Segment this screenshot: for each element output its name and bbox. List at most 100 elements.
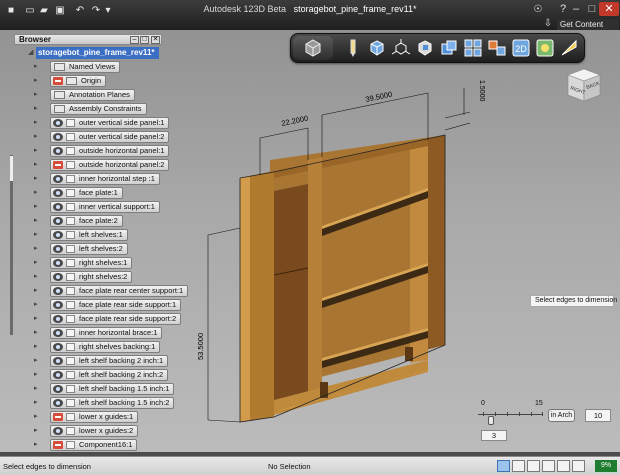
tree-node-item[interactable]: Annotation Planes (50, 89, 135, 101)
visibility-on-icon[interactable] (53, 147, 63, 155)
tree-node[interactable]: ▸ right shelves backing:1 (34, 341, 161, 353)
tree-node[interactable]: ▸ face plate rear side support:2 (34, 313, 182, 325)
tree-expander-icon[interactable]: ▸ (34, 63, 41, 71)
tree-node[interactable]: ▸ left shelf backing 2 inch:2 (34, 369, 169, 381)
tree-expander-icon[interactable]: ▸ (34, 413, 41, 421)
tree-node-item[interactable]: left shelf backing 1.5 inch:2 (50, 397, 175, 409)
tree-node[interactable]: ▸ face plate rear center support:1 (34, 285, 189, 297)
tree-node-item[interactable]: face plate:1 (50, 187, 123, 199)
tree-node-item[interactable]: right shelves:1 (50, 257, 133, 269)
tree-node-item[interactable]: left shelves:1 (50, 229, 128, 241)
dim-width-right[interactable]: 39.5000 (365, 90, 393, 104)
tree-node[interactable]: ▸ inner horizontal brace:1 (34, 327, 163, 339)
tree-node[interactable]: ▸ outer vertical side panel:1 (34, 117, 170, 129)
combine-icon[interactable] (439, 38, 459, 58)
tree-node[interactable]: ▸ lower x guides:1 (34, 411, 159, 423)
tree-expander-icon[interactable]: ▸ (34, 385, 41, 393)
tree-expander-icon[interactable]: ▸ (34, 441, 41, 449)
visibility-on-icon[interactable] (53, 231, 63, 239)
tree-node[interactable]: ▸ Component16:1 (34, 439, 159, 451)
tree-expander-icon[interactable]: ▸ (34, 105, 41, 113)
visibility-on-icon[interactable] (53, 217, 63, 225)
snap-value-field[interactable]: 3 (481, 430, 507, 441)
tree-node-item[interactable]: face plate:2 (50, 215, 123, 227)
pan-icon[interactable] (512, 460, 525, 472)
app-menu-icon[interactable]: ■ (3, 4, 19, 17)
visibility-on-icon[interactable] (53, 273, 63, 281)
tree-node[interactable]: ▸ outside horizontal panel:1 (34, 145, 170, 157)
tree-node[interactable]: ▸ left shelf backing 1.5 inch:1 (34, 383, 175, 395)
visibility-on-icon[interactable] (53, 245, 63, 253)
browser-collapse-button[interactable]: – (130, 36, 139, 44)
tree-node-item[interactable]: outer vertical side panel:1 (50, 117, 170, 129)
tree-expander-icon[interactable]: ▸ (34, 175, 41, 183)
visibility-on-icon[interactable] (53, 287, 63, 295)
tree-node[interactable]: ▸ face plate:1 (34, 187, 159, 199)
visibility-on-icon[interactable] (53, 301, 63, 309)
tree-node[interactable]: ▸ inner vertical support:1 (34, 201, 160, 213)
tree-expander-icon[interactable]: ▸ (34, 357, 41, 365)
open-icon[interactable]: ▰ (36, 4, 52, 17)
dim-width-left[interactable]: 22.2000 (281, 114, 309, 128)
tree-expander-icon[interactable]: ▸ (34, 91, 41, 99)
visibility-on-icon[interactable] (53, 175, 63, 183)
tree-node[interactable]: ▸ right shelves:1 (34, 257, 159, 269)
tree-node[interactable]: ▸ left shelf backing 2 inch:1 (34, 355, 169, 367)
browser-close-button[interactable]: ✕ (151, 36, 160, 44)
visibility-off-icon[interactable] (53, 441, 63, 449)
tree-node-item[interactable]: outer vertical side panel:2 (50, 131, 170, 143)
visibility-on-icon[interactable] (53, 343, 63, 351)
transform-icon[interactable] (391, 38, 411, 58)
visibility-on-icon[interactable] (53, 427, 63, 435)
tree-node[interactable]: ▸ inner horizontal step :1 (34, 173, 160, 185)
modify-icon[interactable] (415, 38, 435, 58)
tree-node[interactable]: ▸ outside horizontal panel:2 (34, 159, 170, 171)
tree-node-item[interactable]: Origin (50, 75, 107, 87)
measure-icon[interactable] (559, 38, 579, 58)
tree-node[interactable]: ▸ outer vertical side panel:2 (34, 131, 170, 143)
zoom-icon[interactable] (542, 460, 555, 472)
tree-expander-icon[interactable]: ▸ (34, 427, 41, 435)
tree-node-item[interactable]: lower x guides:1 (50, 411, 139, 423)
tree-node-item[interactable]: left shelves:2 (50, 243, 128, 255)
tree-expander-icon[interactable]: ▸ (34, 329, 41, 337)
sketch-2d-icon[interactable]: 2D (511, 38, 531, 58)
visibility-on-icon[interactable] (53, 259, 63, 267)
tree-node-item[interactable]: left shelf backing 2 inch:1 (50, 355, 169, 367)
tree-node-item[interactable]: outside horizontal panel:2 (50, 159, 170, 171)
tree-node[interactable]: ▸ face plate rear side support:1 (34, 299, 182, 311)
tree-node[interactable]: ▸ face plate:2 (34, 215, 159, 227)
tree-expander-icon[interactable]: ▸ (34, 245, 41, 253)
visibility-on-icon[interactable] (53, 399, 63, 407)
snap-slider-track[interactable] (478, 414, 543, 415)
unit-button[interactable]: in Arch (548, 409, 575, 422)
tree-node-item[interactable]: outside horizontal panel:1 (50, 145, 170, 157)
browser-float-button[interactable]: □ (140, 36, 149, 44)
visibility-on-icon[interactable] (53, 203, 63, 211)
browser-scroll-thumb[interactable] (10, 156, 13, 181)
tree-node-item[interactable]: face plate rear center support:1 (50, 285, 189, 297)
visibility-on-icon[interactable] (53, 385, 63, 393)
cube-home-icon[interactable] (303, 38, 323, 58)
tree-expander-icon[interactable]: ▸ (34, 315, 41, 323)
pencil-icon[interactable] (343, 38, 363, 58)
grid-value-field[interactable]: 10 (585, 409, 611, 422)
tree-node[interactable]: ▸ Named Views (34, 61, 159, 73)
tree-node[interactable]: ▸ left shelf backing 1.5 inch:2 (34, 397, 175, 409)
tree-expander-icon[interactable]: ▸ (34, 273, 41, 281)
view-cube[interactable]: RIGHT BACK (562, 65, 606, 105)
tree-node[interactable]: ▸ Assembly Constraints (34, 103, 159, 115)
close-button[interactable]: ✕ (599, 2, 619, 16)
primitives-icon[interactable] (367, 38, 387, 58)
tree-expander-icon[interactable]: ▸ (34, 77, 41, 85)
tree-expander-icon[interactable]: ▸ (34, 287, 41, 295)
visibility-off-icon[interactable] (53, 77, 63, 85)
select-mode-icon[interactable] (497, 460, 510, 472)
orbit-icon[interactable] (527, 460, 540, 472)
tree-expander-icon[interactable]: ▸ (34, 231, 41, 239)
tree-root-node[interactable]: storagebot_pine_frame_rev11* (36, 47, 159, 59)
tree-node[interactable]: ▸ left shelves:2 (34, 243, 159, 255)
signin-icon[interactable]: ☉ (530, 3, 546, 16)
get-content-icon[interactable]: ⇩ (541, 18, 555, 30)
visual-style-icon[interactable] (572, 460, 585, 472)
